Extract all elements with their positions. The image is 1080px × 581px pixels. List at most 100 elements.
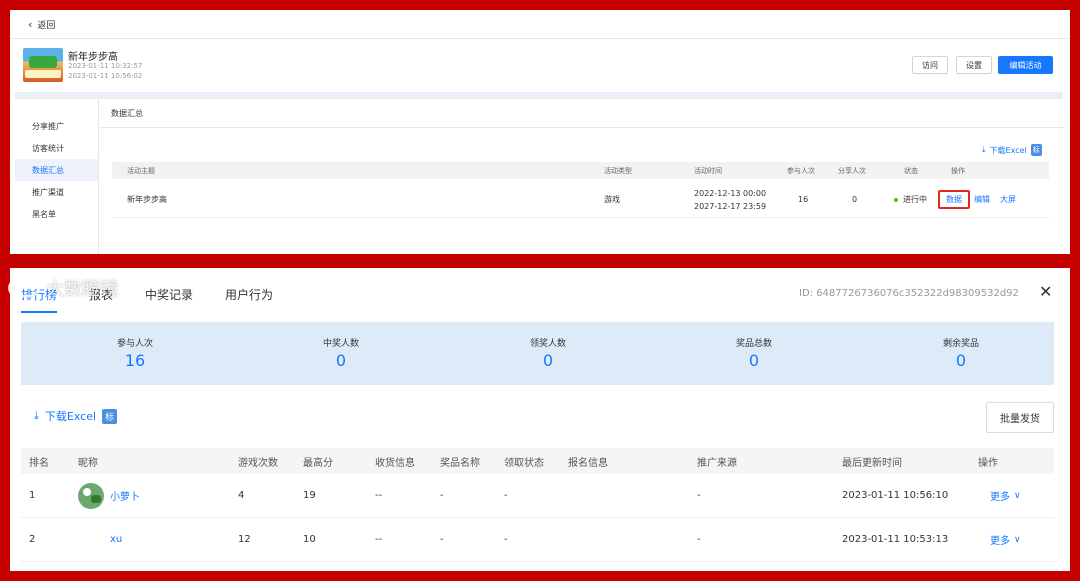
row-claim-status: - <box>504 534 508 545</box>
row-nickname: xu <box>78 518 122 561</box>
status-text: 进行中 <box>903 195 927 204</box>
tab-winning-records[interactable]: 中奖记录 <box>145 286 193 313</box>
watermark: 大数瞪镜 <box>8 275 118 301</box>
stat-label: 领奖人数 <box>529 339 566 349</box>
download-excel-label: 下载Excel <box>989 145 1027 155</box>
col-participants: 参与人次 <box>787 166 815 175</box>
table-row: 2 xu 12 10 -- - - - 2023-01-11 10:53:13 … <box>21 518 1054 562</box>
table-header: 活动主题 活动类型 活动时间 参与人次 分享人次 状态 操作 <box>112 162 1049 179</box>
stat-value: 0 <box>542 351 554 370</box>
row-updated: 2023-01-11 10:53:13 <box>842 534 949 545</box>
row-source: - <box>697 534 701 545</box>
watermark-logo-icon <box>8 279 40 297</box>
col-source: 推广来源 <box>697 457 737 469</box>
stat-total-prizes: 奖品总数 0 <box>694 336 814 370</box>
row-time: 2022-12-13 00:00 2027-12-17 23:59 <box>694 182 766 217</box>
settings-button[interactable]: 设置 <box>956 56 992 74</box>
nickname-link[interactable]: 小萝卜 <box>110 488 140 503</box>
row-updated: 2023-01-11 10:56:10 <box>842 490 949 501</box>
stat-value: 0 <box>335 351 347 370</box>
row-rank: 1 <box>29 490 36 501</box>
status-dot-icon <box>894 197 898 202</box>
sidebar-item-blacklist[interactable]: 黑名单 <box>15 203 98 225</box>
col-rank: 排名 <box>29 457 49 469</box>
row-nickname: 小萝卜 <box>78 474 140 517</box>
back-link[interactable]: ‹ 返回 <box>28 18 55 31</box>
col-actions: 操作 <box>951 166 965 175</box>
stat-label: 参与人次 <box>116 339 153 349</box>
table-row: 新年步步高 游戏 2022-12-13 00:00 2027-12-17 23:… <box>112 182 1049 218</box>
back-label: 返回 <box>37 21 56 31</box>
row-theme: 新年步步高 <box>127 195 167 204</box>
download-excel-link[interactable]: ⤓ 下载Excel 标 <box>34 408 118 424</box>
download-icon: ⤓ <box>982 145 986 154</box>
col-claim-status: 领取状态 <box>504 457 544 469</box>
section-band <box>15 92 1063 99</box>
stat-label: 中奖人数 <box>322 339 359 349</box>
sidebar-item-visitor-stats[interactable]: 访客统计 <box>15 137 98 159</box>
tag-badge: 标 <box>102 408 118 424</box>
row-shares: 0 <box>852 195 858 204</box>
more-dropdown[interactable]: 更多 ∨ <box>990 474 1021 517</box>
tab-user-behavior[interactable]: 用户行为 <box>225 286 273 313</box>
row-plays: 4 <box>238 490 245 501</box>
col-best-score: 最高分 <box>303 457 333 469</box>
row-claim-status: - <box>504 490 508 501</box>
tag-badge: 标 <box>1030 144 1042 156</box>
stat-label: 奖品总数 <box>735 339 772 349</box>
activity-thumbnail <box>23 48 63 82</box>
chevron-down-icon: ∨ <box>1014 490 1021 501</box>
sidebar-item-channels[interactable]: 推广渠道 <box>15 181 98 203</box>
row-time-start: 2022-12-13 00:00 <box>694 188 767 198</box>
col-shares: 分享人次 <box>838 166 866 175</box>
col-updated: 最后更新时间 <box>842 457 902 469</box>
close-icon[interactable]: ✕ <box>1039 284 1052 300</box>
row-actions: 数据 编辑 大屏 <box>938 182 1016 217</box>
big-screen-link[interactable]: 大屏 <box>1000 194 1016 205</box>
divider <box>99 127 1065 128</box>
stat-value: 0 <box>955 351 967 370</box>
section-title: 数据汇总 <box>111 109 143 118</box>
stat-claimers: 领奖人数 0 <box>488 336 608 370</box>
table-header: 排名 昵称 游戏次数 最高分 收货信息 奖品名称 领取状态 报名信息 推广来源 … <box>21 448 1054 474</box>
download-excel-link[interactable]: ⤓ 下载Excel 标 <box>982 144 1042 156</box>
row-source: - <box>697 490 701 501</box>
chevron-down-icon: ∨ <box>1014 534 1021 545</box>
activity-id: ID: 6487726736076c352322d98309532d92 <box>799 288 1019 299</box>
col-signup: 报名信息 <box>568 457 608 469</box>
data-link[interactable]: 数据 <box>938 190 970 209</box>
row-time-end: 2027-12-17 23:59 <box>694 201 767 211</box>
row-best-score: 10 <box>303 534 316 545</box>
download-icon: ⤓ <box>34 409 39 422</box>
sidebar-nav: 分享推广 访客统计 数据汇总 推广渠道 黑名单 <box>15 99 99 254</box>
sidebar-item-share[interactable]: 分享推广 <box>15 115 98 137</box>
activity-updated-date: 2023-01-11 10:56:02 <box>68 72 143 80</box>
watermark-text: 大数瞪镜 <box>46 279 118 300</box>
col-prize: 奖品名称 <box>440 457 480 469</box>
more-dropdown[interactable]: 更多 ∨ <box>990 518 1021 561</box>
row-prize: - <box>440 534 444 545</box>
edit-link[interactable]: 编辑 <box>974 194 990 205</box>
row-participants: 16 <box>798 195 809 204</box>
visit-button[interactable]: 访问 <box>912 56 948 74</box>
row-status: 进行中 <box>894 182 927 217</box>
stat-value: 0 <box>748 351 760 370</box>
avatar <box>78 482 104 509</box>
col-time: 活动时间 <box>694 166 722 175</box>
activity-title: 新年步步高 <box>68 52 118 63</box>
row-prize: - <box>440 490 444 501</box>
nickname-link[interactable]: xu <box>110 534 122 545</box>
edit-activity-button[interactable]: 编辑活动 <box>998 56 1053 74</box>
batch-ship-button[interactable]: 批量发货 <box>986 402 1054 433</box>
col-plays: 游戏次数 <box>238 457 278 469</box>
table-row: 1 小萝卜 4 19 -- - - - 2023-01-11 10:56:10 … <box>21 474 1054 518</box>
divider <box>10 38 1070 39</box>
row-rank: 2 <box>29 534 36 545</box>
col-theme: 活动主题 <box>127 166 155 175</box>
sidebar-item-data-summary[interactable]: 数据汇总 <box>15 159 98 181</box>
row-type: 游戏 <box>604 195 620 204</box>
row-plays: 12 <box>238 534 251 545</box>
col-actions: 操作 <box>978 457 998 469</box>
row-address: -- <box>375 490 383 501</box>
stat-winners: 中奖人数 0 <box>281 336 401 370</box>
